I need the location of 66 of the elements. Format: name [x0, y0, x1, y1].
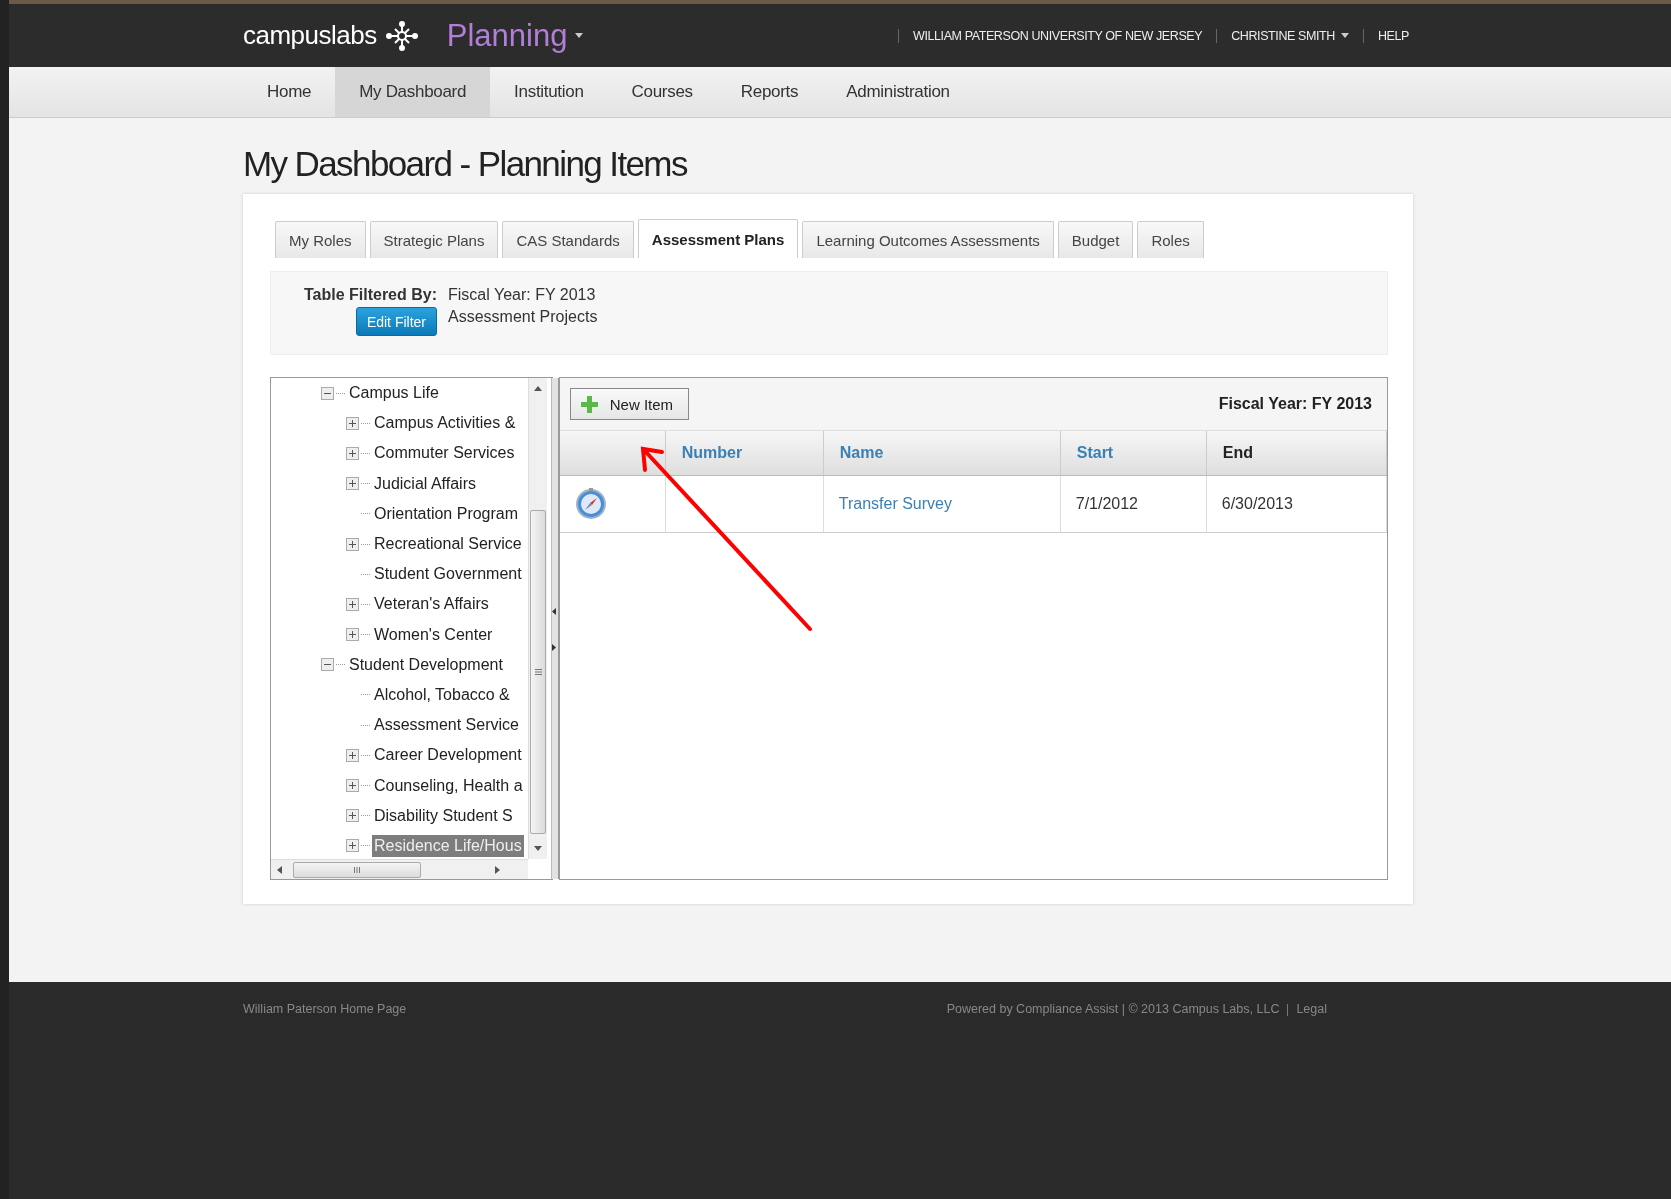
tree-item[interactable]: Women's Center [372, 623, 495, 646]
tab[interactable]: Roles [1137, 221, 1204, 258]
tab[interactable]: Learning Outcomes Assessments [802, 221, 1054, 258]
column-header[interactable]: Name [823, 431, 1061, 476]
tab[interactable]: My Roles [275, 221, 366, 258]
grip-icon [534, 669, 542, 675]
nav-tab[interactable]: Institution [490, 67, 608, 117]
expand-right-icon [551, 644, 556, 651]
column-header: End [1206, 431, 1387, 476]
tree-item[interactable]: Student Development [347, 653, 505, 676]
tree-item[interactable]: Campus Life [347, 382, 441, 405]
tree-item[interactable]: Residence Life/Hous [372, 834, 524, 857]
tab[interactable]: Strategic Plans [369, 221, 499, 258]
logo-text[interactable]: campuslabs [243, 20, 377, 51]
new-item-button[interactable]: New Item [569, 388, 690, 420]
filter-value: Assessment Projects [448, 308, 598, 326]
table-cell: 7/1/2012 [1060, 475, 1207, 533]
product-menu[interactable]: Planning [446, 17, 568, 54]
nav-tab[interactable]: Home [243, 67, 336, 117]
vertical-scrollbar[interactable] [528, 378, 547, 859]
copyright-text: Powered by Compliance Assist | © 2013 Campus Labs, LLC [946, 1002, 1280, 1016]
user-menu[interactable]: CHRISTINE SMITH [1216, 28, 1363, 43]
grip-icon [353, 866, 361, 873]
column-header[interactable]: Number [665, 431, 824, 476]
tree-item[interactable]: Disability Student S [372, 804, 515, 827]
nav-tab[interactable]: My Dashboard [335, 67, 491, 117]
item-link[interactable]: Transfer Survey [823, 475, 1061, 533]
column-header[interactable]: Start [1060, 431, 1207, 476]
horizontal-scrollbar[interactable] [271, 859, 528, 879]
filter-label: Table Filtered By: [303, 286, 437, 304]
tree-item[interactable]: Orientation Program [372, 502, 521, 525]
tab[interactable]: Budget [1057, 221, 1134, 258]
tree-item[interactable]: Recreational Service [372, 533, 524, 556]
page-title: My Dashboard - Planning Items [243, 143, 689, 185]
help-link[interactable]: HELP [1362, 28, 1423, 43]
tree-item[interactable]: Assessment Service [372, 714, 521, 737]
logo-icon [384, 20, 419, 51]
tab[interactable]: Assessment Plans [637, 219, 799, 258]
tree-item[interactable]: Counseling, Health a [372, 774, 525, 797]
caret-icon [1340, 33, 1349, 38]
nav-tab[interactable]: Courses [607, 67, 717, 117]
edit-filter-button[interactable]: Edit Filter [355, 307, 437, 336]
legal-link[interactable]: Legal [1296, 1002, 1327, 1016]
institution-name: WILLIAM PATERSON UNIVERSITY OF NEW JERSEY [898, 28, 1217, 43]
caret-icon [575, 33, 584, 38]
fiscal-year-label: Fiscal Year: FY 2013 [1218, 395, 1372, 413]
tree-item[interactable]: Alcohol, Tobacco & [372, 683, 512, 706]
scroll-down-icon [534, 846, 542, 851]
scroll-left-icon [277, 865, 282, 874]
plus-icon [580, 395, 598, 413]
collapse-left-icon [551, 608, 556, 615]
tree-item[interactable]: Judicial Affairs [372, 472, 478, 495]
tab[interactable]: CAS Standards [502, 221, 634, 258]
tree-item[interactable]: Campus Activities & [372, 412, 518, 435]
scroll-up-icon [534, 386, 542, 391]
tree-item[interactable]: Student Government [372, 563, 524, 586]
nav-tab[interactable]: Reports [716, 67, 823, 117]
tree-item[interactable]: Veteran's Affairs [372, 593, 491, 616]
table-cell: 6/30/2013 [1206, 475, 1387, 533]
splitter[interactable] [550, 378, 559, 879]
tree-item[interactable]: Career Development [372, 744, 524, 767]
nav-tab[interactable]: Administration [822, 67, 974, 117]
scroll-right-icon [495, 865, 500, 874]
tree-item[interactable]: Commuter Services [372, 442, 517, 465]
filter-value: Fiscal Year: FY 2013 [448, 286, 597, 304]
home-page-link[interactable]: William Paterson Home Page [243, 1002, 407, 1016]
